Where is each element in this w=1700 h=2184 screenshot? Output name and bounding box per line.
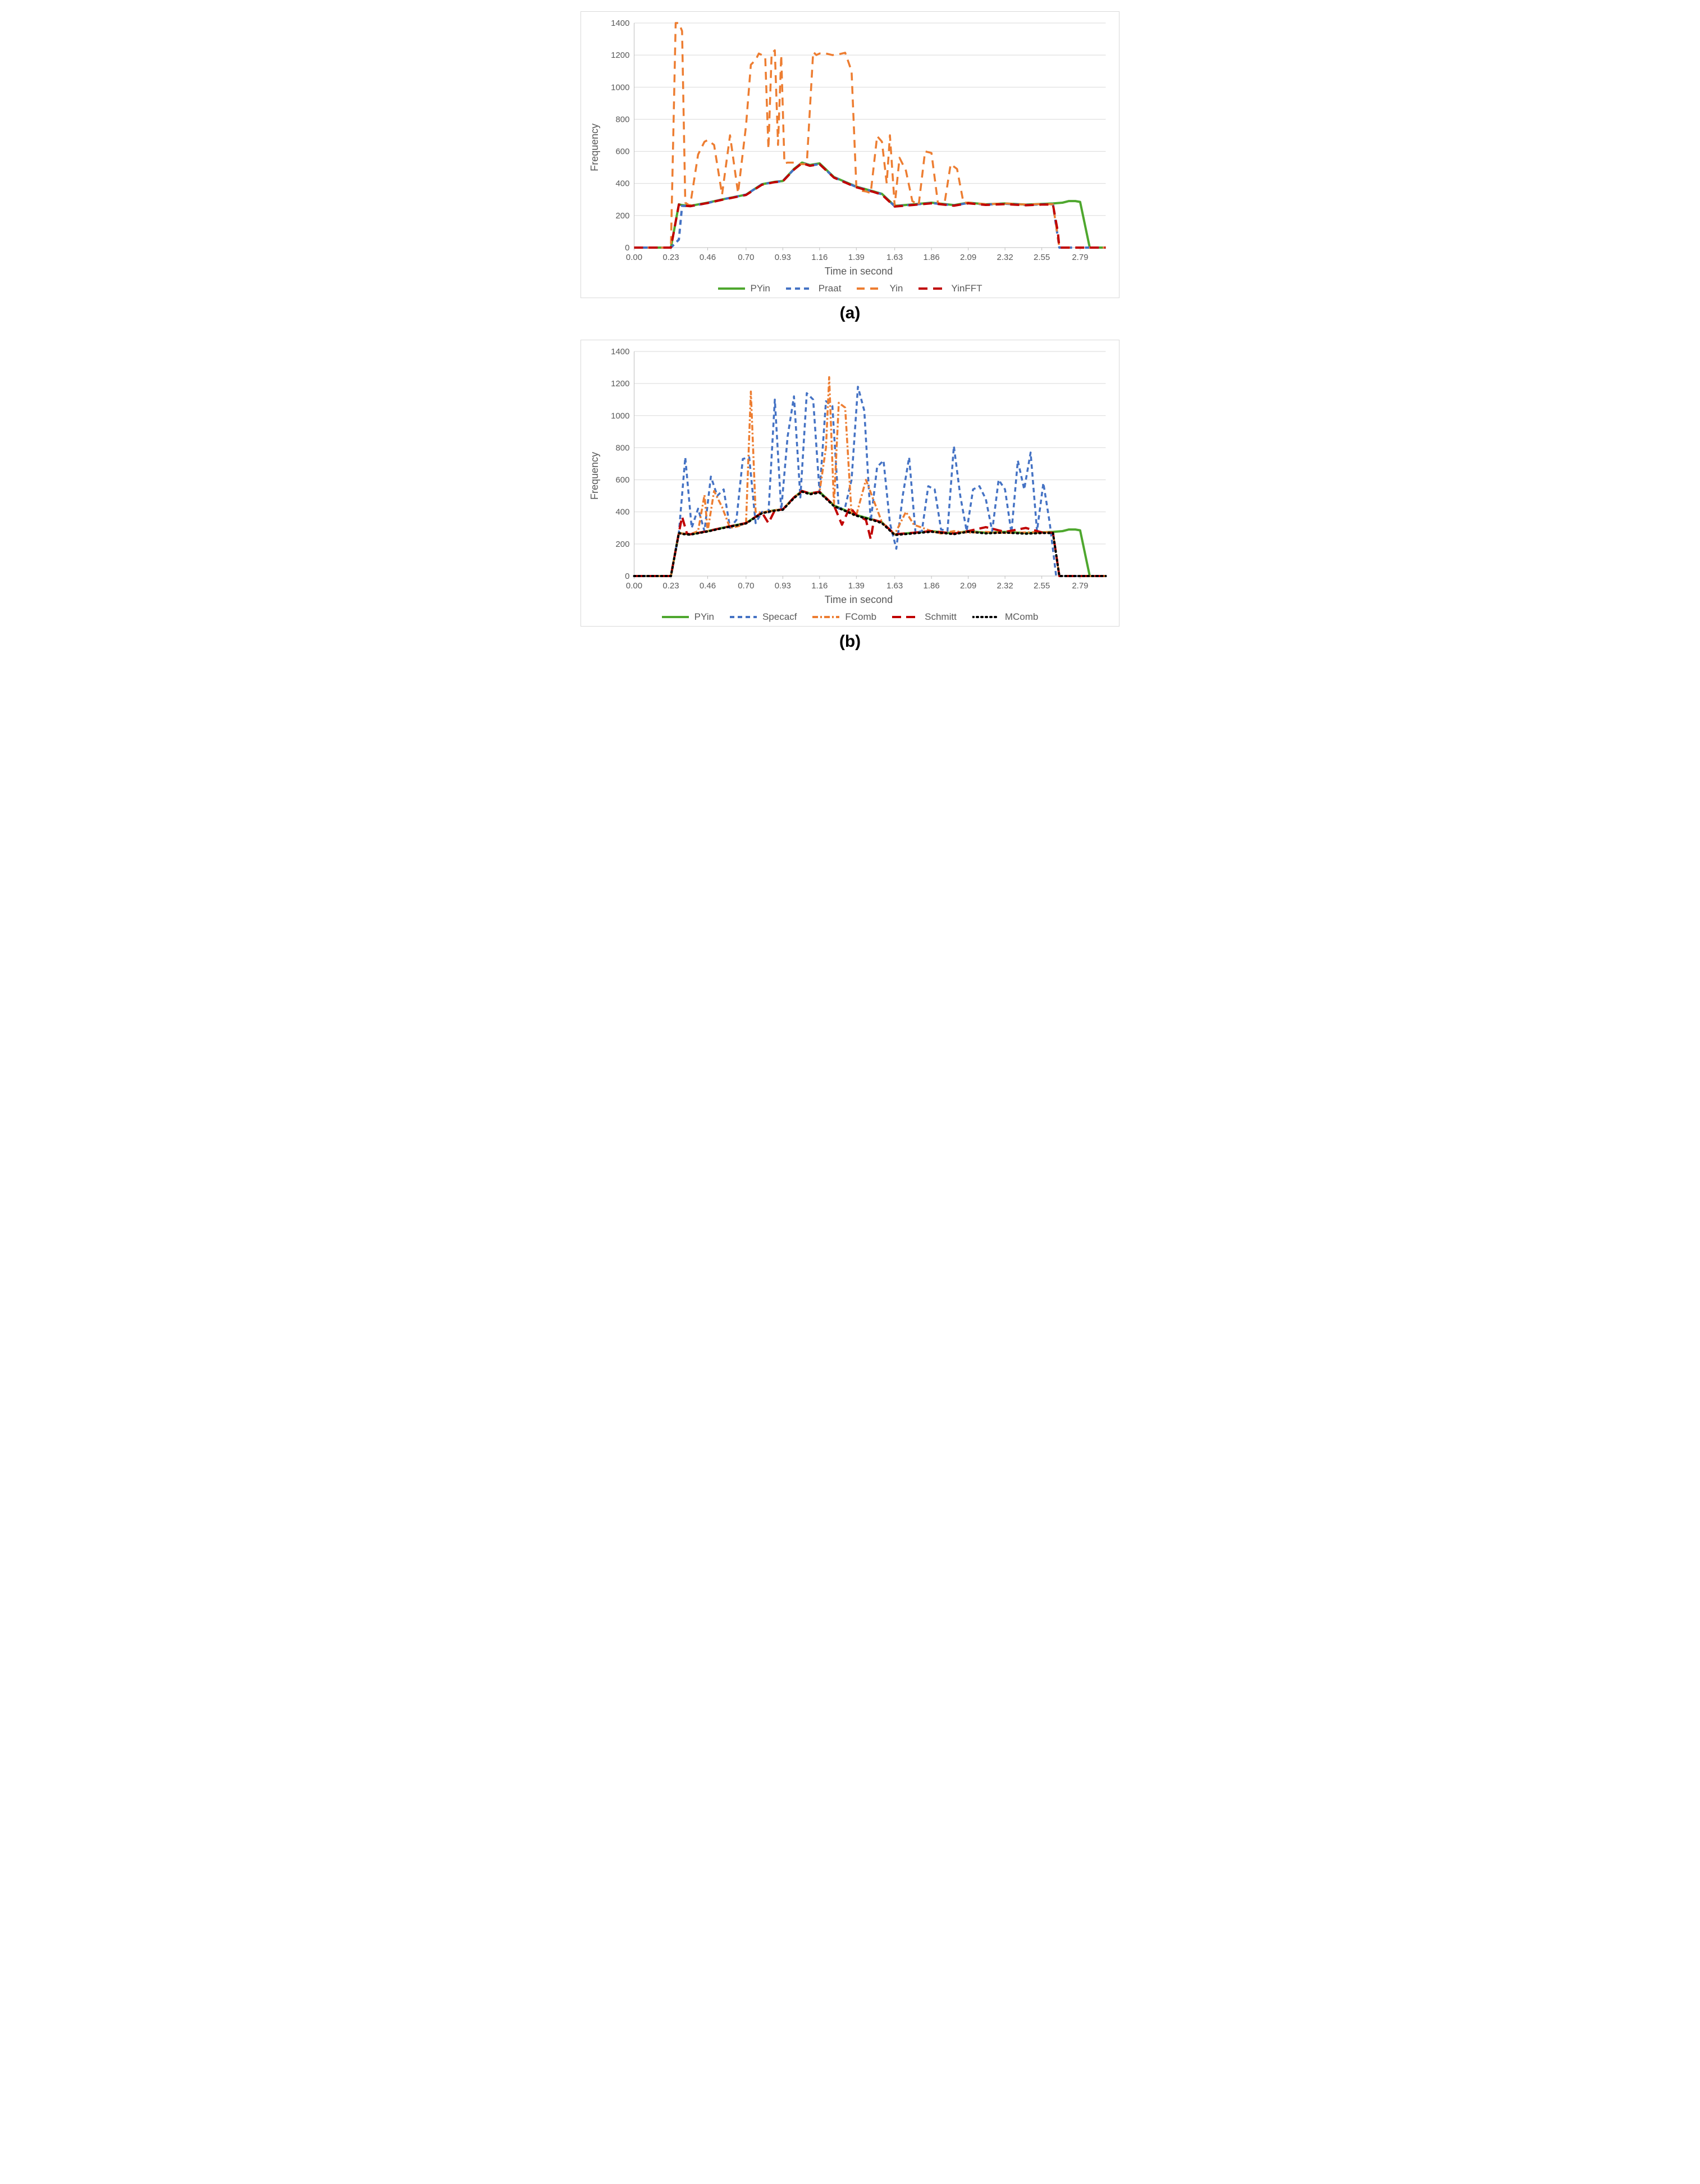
legend: PYin Praat Yin YinFFT	[587, 283, 1113, 294]
plot-column: 0 200 400 600 800 1000 1200 1400 0.00 0.23 0.46 0.7…	[604, 17, 1113, 277]
legend-label: Specacf	[762, 611, 797, 623]
legend-item-pyin: PYin	[662, 611, 714, 623]
svg-text:1400: 1400	[611, 19, 629, 28]
legend-label: Schmitt	[925, 611, 957, 623]
series-specacf	[634, 387, 1106, 576]
legend-label: PYin	[751, 283, 770, 294]
svg-text:2.79: 2.79	[1072, 253, 1088, 262]
series-yin	[634, 23, 1106, 248]
svg-text:0.70: 0.70	[738, 253, 754, 262]
svg-text:2.32: 2.32	[997, 581, 1013, 591]
svg-text:600: 600	[615, 147, 629, 157]
svg-text:1200: 1200	[611, 51, 629, 60]
legend-item-fcomb: FComb	[812, 611, 876, 623]
svg-text:1.63: 1.63	[886, 581, 903, 591]
svg-text:800: 800	[615, 115, 629, 124]
svg-text:0: 0	[625, 243, 629, 253]
chart-a: Frequency 0 200 400 600 800 1000 1200 1400 0.00 0.…	[581, 11, 1119, 323]
legend-item-praat: Praat	[786, 283, 842, 294]
svg-text:400: 400	[615, 508, 629, 517]
svg-text:1.86: 1.86	[924, 581, 940, 591]
svg-text:1.16: 1.16	[811, 253, 828, 262]
svg-text:1000: 1000	[611, 411, 629, 421]
svg-text:800: 800	[615, 443, 629, 453]
chart-panel: Frequency 0 200 400 600 800 1000 1200 1400 0.00 0.…	[581, 340, 1119, 627]
x-axis-label: Time in second	[604, 594, 1113, 606]
legend-item-pyin: PYin	[718, 283, 770, 294]
svg-text:2.55: 2.55	[1034, 253, 1050, 262]
legend-label: Yin	[889, 283, 903, 294]
svg-text:2.32: 2.32	[997, 253, 1013, 262]
svg-text:400: 400	[615, 179, 629, 189]
x-axis-label: Time in second	[604, 266, 1113, 277]
legend-label: YinFFT	[951, 283, 982, 294]
svg-text:600: 600	[615, 476, 629, 485]
svg-text:1000: 1000	[611, 83, 629, 92]
svg-text:0.23: 0.23	[662, 253, 679, 262]
legend-label: PYin	[694, 611, 714, 623]
chart-b: Frequency 0 200 400 600 800 1000 1200 1400 0.00 0.…	[581, 340, 1119, 651]
svg-text:0.23: 0.23	[662, 581, 679, 591]
svg-text:1.63: 1.63	[886, 253, 903, 262]
legend-item-mcomb: MComb	[972, 611, 1039, 623]
svg-text:200: 200	[615, 211, 629, 221]
svg-text:1200: 1200	[611, 379, 629, 389]
legend: PYin Specacf FComb Schmitt MComb	[587, 611, 1113, 623]
svg-text:1.39: 1.39	[848, 253, 865, 262]
legend-label: MComb	[1005, 611, 1039, 623]
plot-svg: 0 200 400 600 800 1000 1200 1400 0.00 0.23 0.46 0.7…	[604, 346, 1113, 593]
svg-text:200: 200	[615, 540, 629, 549]
series-fcomb	[634, 377, 1106, 576]
legend-item-yin: Yin	[857, 283, 903, 294]
legend-label: Praat	[819, 283, 842, 294]
svg-text:2.09: 2.09	[960, 581, 976, 591]
y-axis-label: Frequency	[587, 17, 604, 277]
svg-text:2.09: 2.09	[960, 253, 976, 262]
svg-text:0.93: 0.93	[775, 253, 791, 262]
plot-column: 0 200 400 600 800 1000 1200 1400 0.00 0.23 0.46 0.7…	[604, 346, 1113, 606]
svg-text:0.00: 0.00	[626, 253, 642, 262]
legend-label: FComb	[845, 611, 876, 623]
y-axis-label: Frequency	[587, 346, 604, 606]
svg-text:0.70: 0.70	[738, 581, 754, 591]
legend-item-specacf: Specacf	[730, 611, 797, 623]
plot-wrap: Frequency 0 200 400 600 800 1000 1200 1400 0.00 0.…	[587, 346, 1113, 606]
svg-text:0: 0	[625, 572, 629, 581]
svg-text:0.46: 0.46	[700, 253, 716, 262]
legend-item-schmitt: Schmitt	[892, 611, 957, 623]
svg-text:0.93: 0.93	[775, 581, 791, 591]
svg-text:0.46: 0.46	[700, 581, 716, 591]
svg-text:2.55: 2.55	[1034, 581, 1050, 591]
plot-wrap: Frequency 0 200 400 600 800 1000 1200 1400 0.00 0.…	[587, 17, 1113, 277]
svg-text:1.39: 1.39	[848, 581, 865, 591]
svg-text:2.79: 2.79	[1072, 581, 1088, 591]
chart-subcaption: (a)	[581, 304, 1119, 323]
legend-item-yinfft: YinFFT	[918, 283, 982, 294]
svg-text:1.16: 1.16	[811, 581, 828, 591]
svg-text:1.86: 1.86	[924, 253, 940, 262]
series-praat	[634, 163, 1106, 248]
svg-text:1400: 1400	[611, 347, 629, 357]
chart-subcaption: (b)	[581, 632, 1119, 651]
svg-text:0.00: 0.00	[626, 581, 642, 591]
plot-svg: 0 200 400 600 800 1000 1200 1400 0.00 0.23 0.46 0.7…	[604, 17, 1113, 264]
chart-panel: Frequency 0 200 400 600 800 1000 1200 1400 0.00 0.…	[581, 11, 1119, 298]
